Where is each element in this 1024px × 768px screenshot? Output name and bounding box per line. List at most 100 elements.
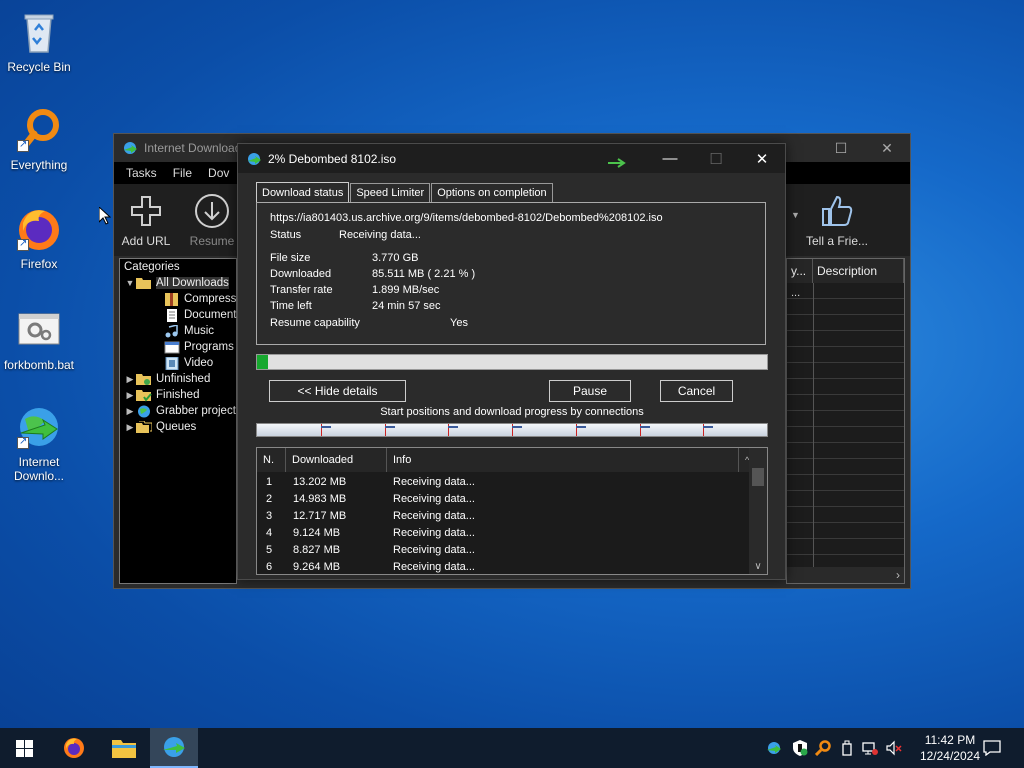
column-header-downloaded[interactable]: Downloaded <box>286 448 387 472</box>
expand-chevron-icon[interactable]: ▶ <box>124 374 136 385</box>
tell-a-friend-button[interactable]: Tell a Frie... <box>804 192 870 248</box>
scroll-down-arrow-icon[interactable]: ∨ <box>749 561 767 572</box>
collapse-chevron-icon[interactable]: ▼ <box>124 278 136 288</box>
dialog-title: 2% Debombed 8102.iso <box>268 151 397 166</box>
desktop-icon-firefox[interactable]: Firefox <box>0 205 78 271</box>
taskbar-clock[interactable]: 11:42 PM 12/24/2024 <box>920 732 980 764</box>
folder-finished-icon <box>136 389 152 402</box>
category-finished[interactable]: ▶ Finished <box>124 387 199 403</box>
expand-chevron-icon[interactable]: ▶ <box>124 406 136 417</box>
pause-button[interactable]: Pause <box>549 380 631 402</box>
dialog-close-button[interactable]: ✕ <box>739 144 785 173</box>
column-header-info[interactable]: Info <box>387 448 739 472</box>
resume-button[interactable]: Resume <box>180 192 244 248</box>
horizontal-scrollbar[interactable]: › <box>787 567 904 583</box>
desktop-icon-recycle-bin[interactable]: Recycle Bin <box>0 8 78 74</box>
column-header-number[interactable]: N. <box>257 448 286 472</box>
status-label: Status <box>270 229 302 241</box>
desktop-icon-everything[interactable]: Everything <box>0 106 78 172</box>
connection-number: 1 <box>266 476 273 488</box>
column-header-partial[interactable]: y... <box>787 259 813 283</box>
category-grabber-projects[interactable]: ▶ Grabber project <box>124 403 236 419</box>
start-button[interactable] <box>0 728 48 768</box>
column-header-description[interactable]: Description <box>813 259 904 283</box>
tray-volume-muted-icon[interactable] <box>886 740 902 756</box>
expand-chevron-icon[interactable]: ▶ <box>124 390 136 401</box>
windows-logo-icon <box>15 739 33 757</box>
connection-row[interactable]: 1 13.202 MB Receiving data... <box>257 474 747 491</box>
category-queues[interactable]: ▶ Queues <box>124 419 196 435</box>
idm-close-button[interactable]: ✕ <box>864 134 910 162</box>
connection-row[interactable]: 3 12.717 MB Receiving data... <box>257 508 747 525</box>
connection-downloaded: 14.983 MB <box>293 493 347 505</box>
idm-app-icon <box>248 152 261 165</box>
categories-header: Categories <box>124 261 180 273</box>
downloaded-label: Downloaded <box>270 268 332 280</box>
thumbs-up-icon <box>822 195 853 226</box>
shortcut-arrow-icon <box>17 138 29 152</box>
scrollbar-thumb[interactable] <box>752 468 764 486</box>
connection-row[interactable]: 4 9.124 MB Receiving data... <box>257 525 747 542</box>
category-unfinished[interactable]: ▶ Unfinished <box>124 371 211 387</box>
desktop-icon-label: Everything <box>10 158 68 172</box>
tab-download-status[interactable]: Download status <box>256 182 350 202</box>
tray-network-icon[interactable] <box>862 740 878 756</box>
tray-everything-search-icon[interactable] <box>815 740 831 756</box>
connection-row[interactable]: 6 9.264 MB Receiving data... <box>257 559 747 576</box>
idm-globe-icon <box>15 403 63 451</box>
menu-tasks[interactable]: Tasks <box>118 166 165 180</box>
tray-idm-icon[interactable] <box>766 740 782 756</box>
scroll-right-arrow-icon[interactable]: › <box>896 568 900 582</box>
tray-security-shield-icon[interactable] <box>792 740 808 756</box>
taskbar-file-explorer-button[interactable] <box>100 728 148 768</box>
tab-options-on-completion[interactable]: Options on completion <box>431 183 553 202</box>
idm-maximize-button[interactable]: ☐ <box>818 134 864 162</box>
category-programs[interactable]: Programs <box>164 339 234 355</box>
taskbar-firefox-button[interactable] <box>50 728 98 768</box>
connection-info: Receiving data... <box>393 493 475 505</box>
category-music[interactable]: Music <box>164 323 214 339</box>
video-film-icon <box>165 356 179 370</box>
toolbar-dropdown-arrow-icon[interactable]: ▼ <box>791 210 800 220</box>
category-documents[interactable]: Documents <box>164 307 242 323</box>
downloaded-value: 85.511 MB ( 2.21 % ) <box>372 268 476 280</box>
tab-speed-limiter[interactable]: Speed Limiter <box>350 183 431 202</box>
compressed-archive-icon <box>165 292 178 306</box>
hide-details-button[interactable]: << Hide details <box>269 380 406 402</box>
add-plus-icon <box>131 196 161 226</box>
tray-usb-device-icon[interactable] <box>839 740 855 756</box>
connections-vertical-scrollbar[interactable]: ∨ <box>749 448 767 574</box>
resume-label: Resume <box>189 234 235 248</box>
connection-number: 4 <box>266 527 273 539</box>
notification-chat-icon <box>983 740 1001 756</box>
firefox-icon <box>64 738 84 758</box>
connection-row[interactable]: 2 14.983 MB Receiving data... <box>257 491 747 508</box>
desktop-icon-idm[interactable]: Internet Downlo... <box>0 403 78 483</box>
file-size-value: 3.770 GB <box>372 252 419 264</box>
menu-file[interactable]: File <box>165 166 200 180</box>
idm-globe-icon <box>163 737 185 757</box>
connection-progress-tick <box>703 426 714 428</box>
cancel-button[interactable]: Cancel <box>660 380 733 402</box>
desktop-icon-forkbomb[interactable]: forkbomb.bat <box>0 306 78 372</box>
desktop-icon-label: Recycle Bin <box>7 60 71 74</box>
resume-capability-value: Yes <box>450 317 468 329</box>
add-url-button[interactable]: Add URL <box>114 192 178 248</box>
dialog-minimize-button[interactable]: — <box>647 144 693 173</box>
connection-downloaded: 9.124 MB <box>293 527 341 539</box>
category-video[interactable]: Video <box>164 355 213 371</box>
everything-search-icon <box>15 106 63 154</box>
music-note-icon <box>165 324 178 337</box>
expand-chevron-icon[interactable]: ▶ <box>124 422 136 433</box>
desktop-icon-label: forkbomb.bat <box>3 358 75 372</box>
notification-center-button[interactable] <box>978 728 1006 768</box>
taskbar-idm-button[interactable] <box>150 728 198 768</box>
transfer-rate-label: Transfer rate <box>270 284 333 296</box>
category-all-downloads[interactable]: ▼ All Downloads <box>124 275 229 291</box>
connection-info: Receiving data... <box>393 527 475 539</box>
menu-downloads[interactable]: Dov <box>200 166 237 180</box>
list-divider <box>813 283 814 567</box>
connection-row[interactable]: 5 8.827 MB Receiving data... <box>257 542 747 559</box>
categories-panel: Categories ▼ All Downloads Compressed Do… <box>119 258 249 584</box>
queues-folder-icon <box>136 420 152 433</box>
